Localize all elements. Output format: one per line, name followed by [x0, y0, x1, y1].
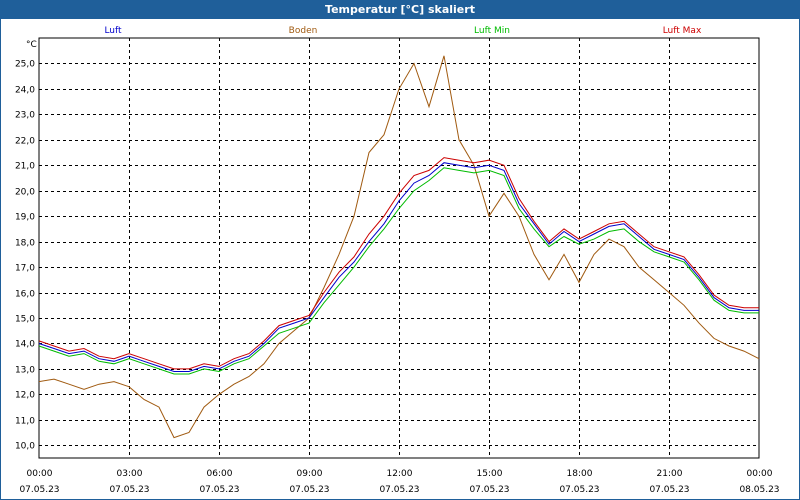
- x-tick-time-label: 03:00: [117, 469, 143, 479]
- y-tick-label: 10,0: [15, 442, 35, 452]
- y-tick-label: 14,0: [15, 340, 35, 350]
- x-tick-time-label: 00:00: [747, 469, 773, 479]
- y-tick-label: 12,0: [15, 391, 35, 401]
- x-tick-date-label: 07.05.23: [109, 485, 149, 495]
- legend-entry: Luft Min: [474, 26, 510, 36]
- legend-entry: Luft: [104, 26, 122, 36]
- x-tick-date-label: 07.05.23: [379, 485, 419, 495]
- x-tick-time-label: 15:00: [477, 469, 503, 479]
- x-tick-date-label: 07.05.23: [199, 485, 239, 495]
- temperature-chart: 10,0 11,0 12,0 13,0 14,0 15,0 16,0 17,0 18,0 19,0…: [15, 26, 780, 495]
- y-tick-label: 20,0: [15, 188, 35, 198]
- y-tick-label: 23,0: [15, 111, 35, 121]
- y-tick-label: 18,0: [15, 239, 35, 249]
- y-tick-label: 11,0: [15, 417, 35, 427]
- legend: Luft Boden Luft Min Luft Max: [104, 26, 702, 36]
- x-tick-time-label: 12:00: [387, 469, 413, 479]
- y-tick-label: 17,0: [15, 264, 35, 274]
- x-tick-time-label: 00:00: [27, 469, 53, 479]
- y-tick-label: 16,0: [15, 290, 35, 300]
- legend-entry: Boden: [289, 26, 318, 36]
- legend-entry: Luft Max: [663, 26, 702, 36]
- x-tick-time-label: 09:00: [297, 469, 323, 479]
- grid-lines: [39, 38, 759, 458]
- x-tick-date-label: 07.05.23: [469, 485, 509, 495]
- y-tick-label: 25,0: [15, 60, 35, 70]
- x-tick-date-label: 07.05.23: [649, 485, 689, 495]
- y-tick-label: 24,0: [15, 86, 35, 96]
- x-tick-time-label: 21:00: [657, 469, 683, 479]
- x-tick-date-label: 07.05.23: [19, 485, 59, 495]
- y-tick-label: 22,0: [15, 137, 35, 147]
- x-tick-time-label: 18:00: [567, 469, 593, 479]
- y-tick-label: 13,0: [15, 366, 35, 376]
- y-tick-label: 15,0: [15, 315, 35, 325]
- y-tick-label: 19,0: [15, 213, 35, 223]
- y-tick-label: 21,0: [15, 162, 35, 172]
- x-tick-date-label: 07.05.23: [289, 485, 329, 495]
- y-axis-unit: °C: [26, 40, 37, 50]
- x-tick-date-label: 07.05.23: [559, 485, 599, 495]
- x-tick-date-label: 08.05.23: [739, 485, 779, 495]
- x-tick-time-label: 06:00: [207, 469, 233, 479]
